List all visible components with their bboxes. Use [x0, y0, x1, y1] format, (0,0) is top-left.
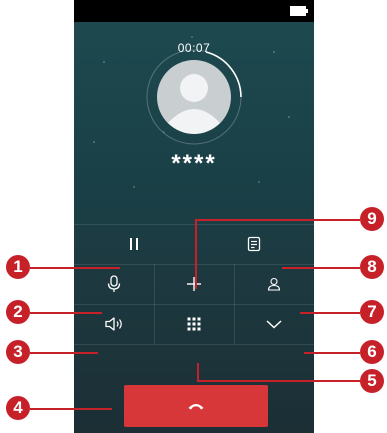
contacts-button[interactable]	[234, 264, 314, 304]
call-controls	[74, 224, 314, 384]
end-call-button[interactable]	[124, 385, 268, 427]
pause-icon	[130, 238, 138, 250]
callout-9: 9	[360, 207, 384, 231]
phone-screen: 00:07 ****	[74, 0, 314, 433]
notes-icon	[247, 236, 261, 252]
person-icon	[267, 277, 281, 291]
speaker-button[interactable]	[74, 304, 154, 344]
avatar	[146, 49, 242, 145]
callout-4: 4	[6, 396, 30, 420]
callout-1: 1	[6, 255, 30, 279]
plus-icon	[187, 277, 201, 291]
add-call-button[interactable]	[154, 264, 234, 304]
caller-name: ****	[171, 150, 217, 177]
hold-button[interactable]	[74, 224, 194, 264]
callout-6: 6	[360, 340, 384, 364]
dialpad-icon	[187, 317, 201, 331]
hide-controls-button[interactable]	[234, 304, 314, 344]
battery-icon	[290, 6, 308, 16]
callout-3: 3	[6, 340, 30, 364]
microphone-icon	[107, 275, 121, 292]
callout-2: 2	[6, 300, 30, 324]
notes-button[interactable]	[194, 224, 314, 264]
callout-8: 8	[360, 255, 384, 279]
chevron-down-icon	[266, 320, 282, 329]
speaker-icon	[105, 317, 122, 331]
callout-7: 7	[360, 300, 384, 324]
mute-button[interactable]	[74, 264, 154, 304]
dialpad-button[interactable]	[154, 304, 234, 344]
status-bar	[74, 0, 314, 22]
phone-hangup-icon	[188, 404, 204, 410]
callout-5: 5	[360, 369, 384, 393]
